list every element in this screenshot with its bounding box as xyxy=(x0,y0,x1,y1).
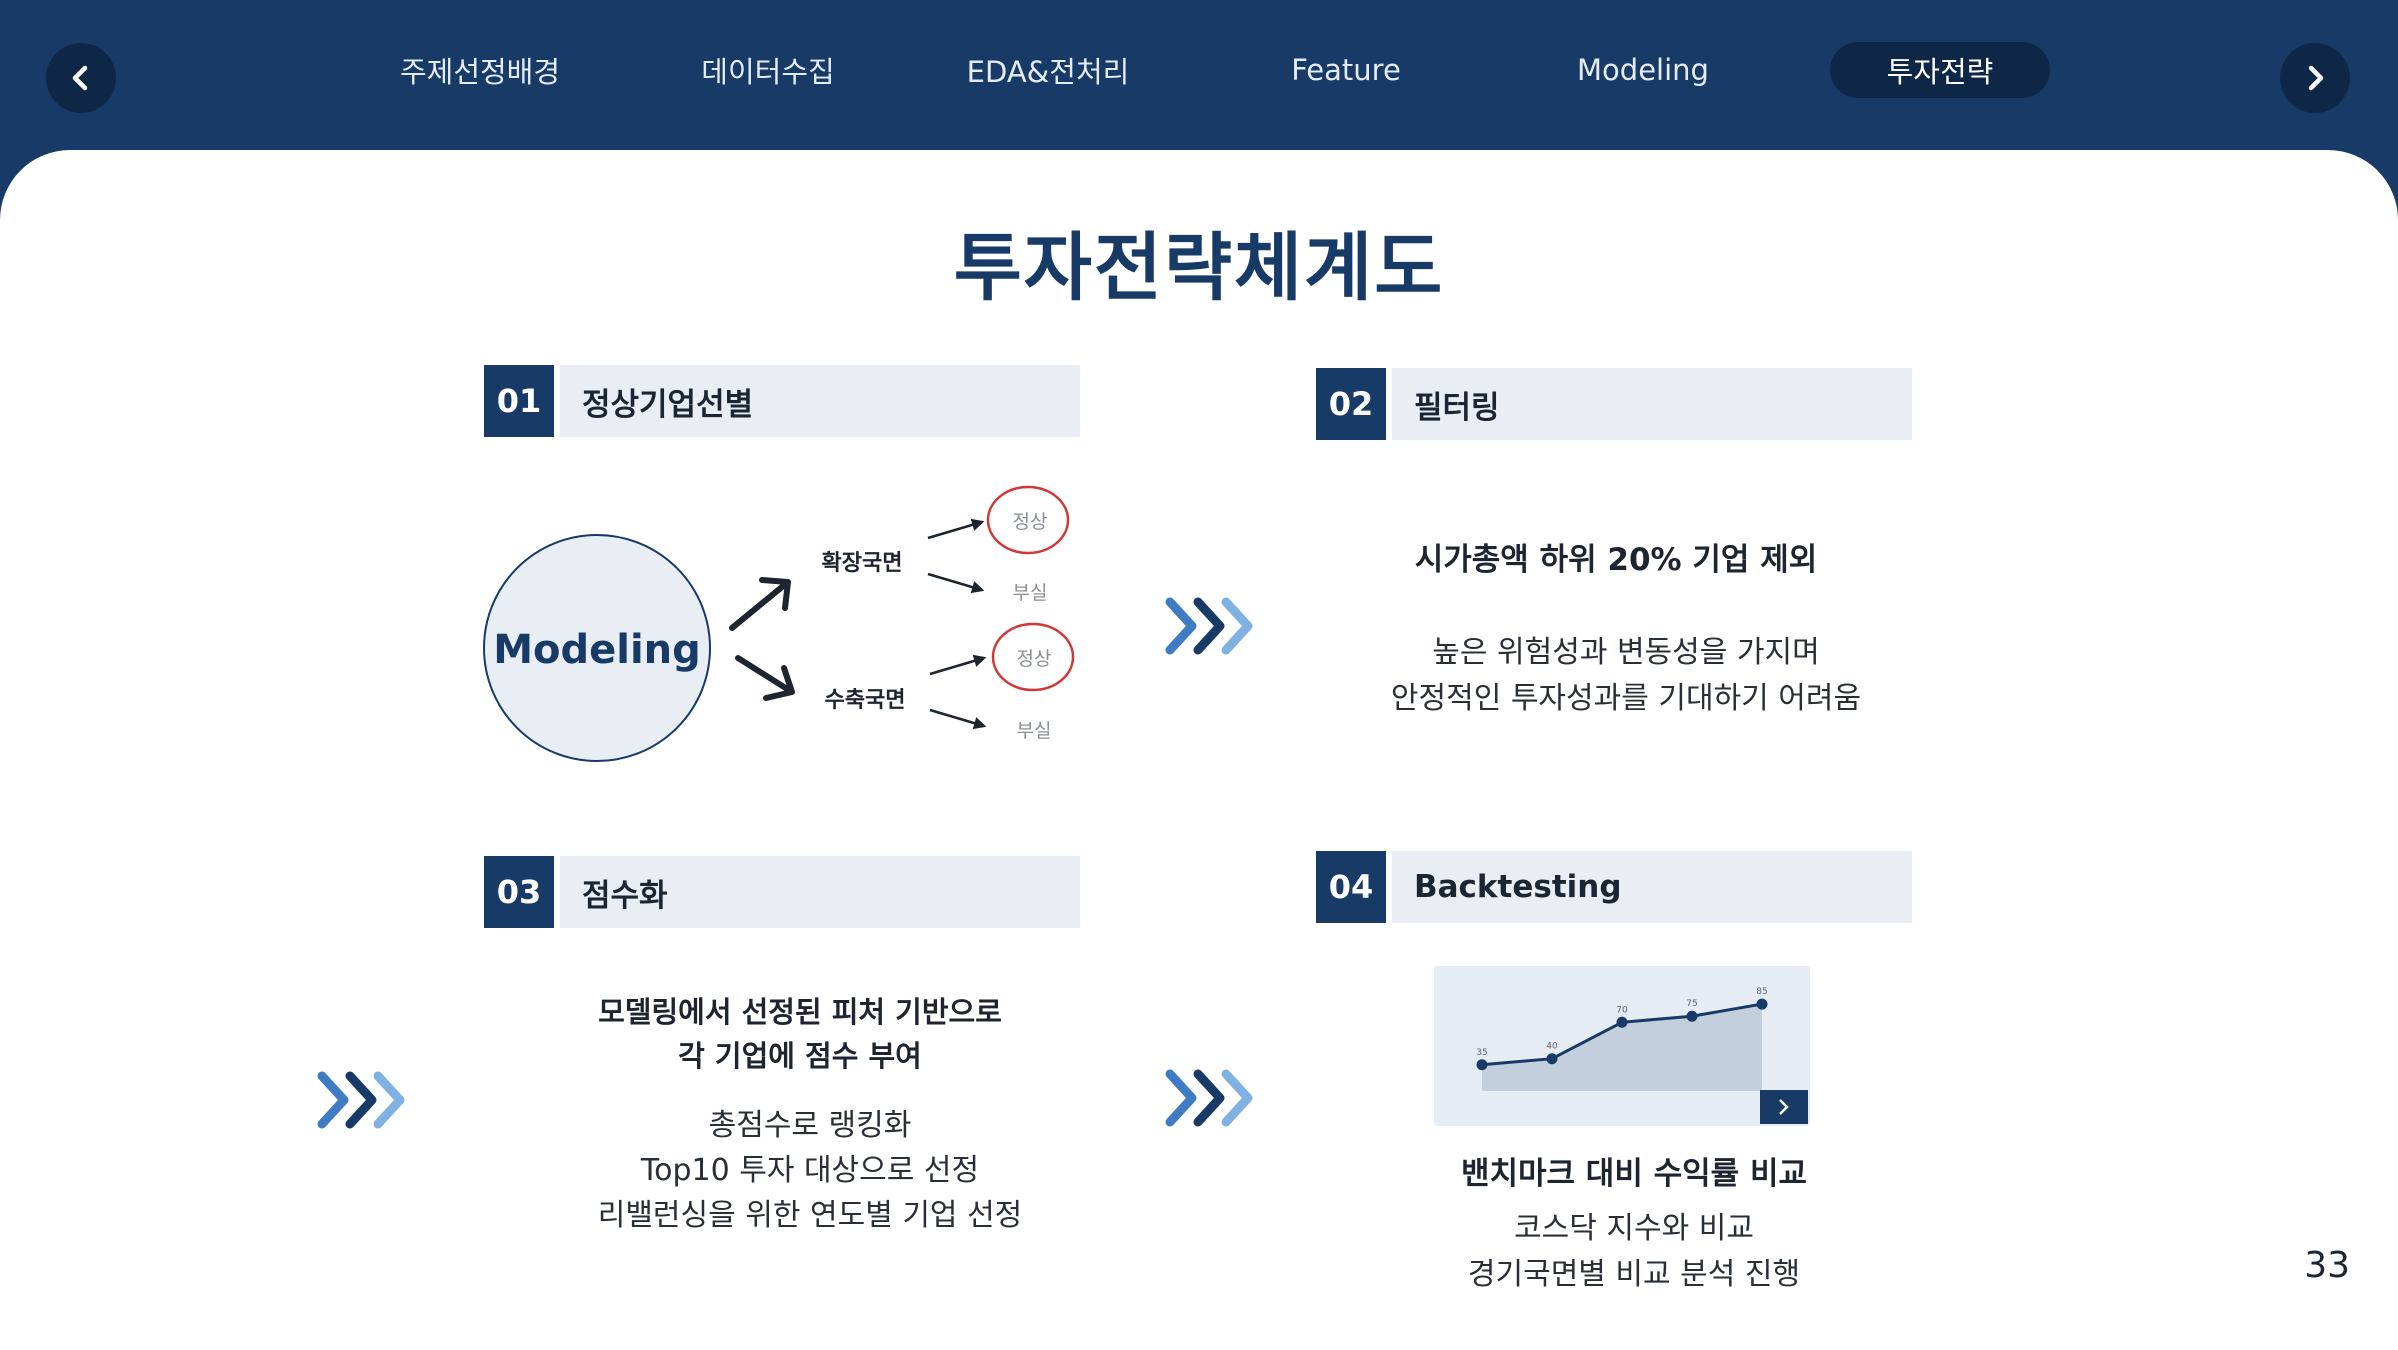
data-point xyxy=(1476,1059,1488,1071)
scoring-description: 총점수로 랭킹화 Top10 투자 대상으로 선정 리밸런싱을 위한 연도별 기… xyxy=(500,1103,1120,1238)
backtesting-description: 코스닥 지수와 비교 경기국면별 비교 분석 진행 xyxy=(1316,1206,1952,1298)
description-line: Top10 투자 대상으로 선정 xyxy=(640,1153,980,1188)
triple-chevron-icon xyxy=(1165,597,1253,655)
section-number: 03 xyxy=(484,856,554,928)
section-03-header: 03 점수화 xyxy=(484,856,1080,928)
data-label: 70 xyxy=(1616,1005,1628,1015)
backtesting-chart: 35 40 70 75 85 xyxy=(1434,966,1810,1126)
arrow-down-right-icon xyxy=(735,655,795,701)
section-label: 정상기업선별 xyxy=(560,365,1080,437)
description-line: 리밸런싱을 위한 연도별 기업 선정 xyxy=(597,1198,1023,1233)
tab-topic-background[interactable]: 주제선정배경 xyxy=(380,42,580,98)
data-label: 35 xyxy=(1476,1048,1487,1058)
description-line: 안정적인 투자성과를 기대하기 어려움 xyxy=(1390,681,1862,716)
expansion-phase-label: 확장국면 xyxy=(822,551,903,576)
description-line: 높은 위험성과 변동성을 가지며 xyxy=(1432,635,1820,670)
triple-chevron-icon xyxy=(317,1071,405,1129)
scoring-headline: 모델링에서 선정된 피처 기반으로 각 기업에 점수 부여 xyxy=(500,990,1100,1078)
data-point xyxy=(1756,998,1768,1010)
bankrupt-label-down: 부실 xyxy=(1017,720,1052,742)
section-label: Backtesting xyxy=(1392,851,1912,923)
backtesting-headline: 밴치마크 대비 수익률 비교 xyxy=(1460,1156,1808,1192)
normal-label-up: 정상 xyxy=(1013,511,1048,533)
bankrupt-label-up: 부실 xyxy=(1013,582,1048,604)
section-number: 01 xyxy=(484,365,554,437)
headline-line: 모델링에서 선정된 피처 기반으로 xyxy=(598,995,1002,1029)
contraction-phase-label: 수축국면 xyxy=(825,688,906,713)
data-label: 40 xyxy=(1546,1042,1558,1052)
filter-headline: 시가총액 하위 20% 기업 제외 xyxy=(1414,542,1818,578)
section-label: 점수화 xyxy=(560,856,1080,928)
section-number: 02 xyxy=(1316,368,1386,440)
chart-expand-button xyxy=(1760,1090,1808,1124)
tab-investment-strategy[interactable]: 투자전략 xyxy=(1830,42,2050,98)
section-02-header: 02 필터링 xyxy=(1316,368,1912,440)
data-point xyxy=(1546,1053,1558,1065)
data-label: 75 xyxy=(1686,999,1697,1009)
data-point xyxy=(1616,1016,1628,1028)
slide-title: 투자전략체계도 xyxy=(953,225,1445,311)
section-tabs: 주제선정배경 데이터수집 EDA&전처리 Feature Modeling 투자… xyxy=(0,0,2398,140)
tab-modeling[interactable]: Modeling xyxy=(1543,42,1743,98)
description-line: 총점수로 랭킹화 xyxy=(708,1108,912,1143)
slide-content xyxy=(0,150,2398,1350)
data-point xyxy=(1686,1010,1698,1022)
arrow-up-right-icon xyxy=(729,577,791,631)
section-label: 필터링 xyxy=(1392,368,1912,440)
description-line: 경기국면별 비교 분석 진행 xyxy=(1467,1257,1801,1292)
filter-description: 높은 위험성과 변동성을 가지며 안정적인 투자성과를 기대하기 어려움 xyxy=(1316,630,1936,722)
section-number: 04 xyxy=(1316,851,1386,923)
page-number: 33 xyxy=(2304,1245,2350,1286)
triple-chevron-icon xyxy=(1165,1069,1253,1127)
modeling-branch-diagram: Modeling 확장국면 수축국면 정상 부실 정상 부실 xyxy=(483,485,1075,762)
data-label: 85 xyxy=(1756,987,1767,997)
headline-line: 각 기업에 점수 부여 xyxy=(678,1039,922,1073)
tab-eda-preprocessing[interactable]: EDA&전처리 xyxy=(948,42,1148,98)
description-line: 코스닥 지수와 비교 xyxy=(1514,1211,1754,1246)
section-04-header: 04 Backtesting xyxy=(1316,851,1912,923)
tab-feature[interactable]: Feature xyxy=(1246,42,1446,98)
section-01-header: 01 정상기업선별 xyxy=(484,365,1080,437)
tab-data-collection[interactable]: 데이터수집 xyxy=(668,42,868,98)
modeling-label: Modeling xyxy=(493,627,701,673)
normal-label-down: 정상 xyxy=(1017,648,1052,670)
